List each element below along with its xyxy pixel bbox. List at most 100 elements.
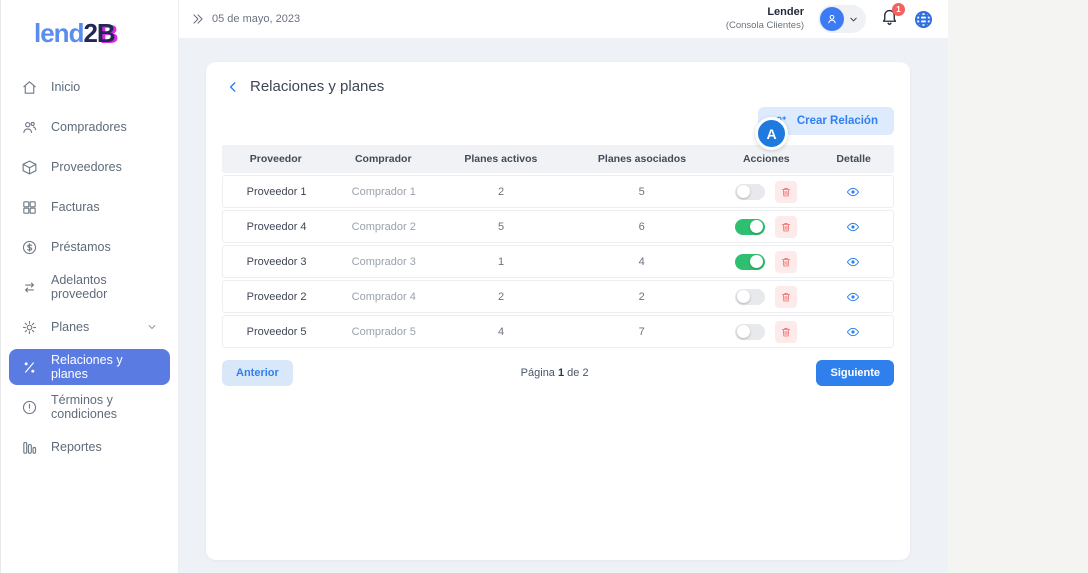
page-indicator-suffix: de 2	[564, 367, 588, 379]
active-toggle[interactable]	[735, 219, 765, 235]
view-detail-button[interactable]	[846, 290, 860, 304]
table-row: Proveedor 3 Comprador 3 1 4	[222, 245, 894, 278]
eye-icon	[846, 325, 860, 339]
trash-icon	[780, 291, 792, 303]
view-detail-button[interactable]	[846, 325, 860, 339]
cell-planes-activos: 4	[437, 326, 564, 338]
annotation-marker-a: A	[755, 117, 788, 150]
view-detail-button[interactable]	[846, 185, 860, 199]
sidebar-item-label: Préstamos	[51, 240, 111, 254]
sidebar-item-planes[interactable]: Planes	[9, 307, 170, 347]
users-icon	[21, 119, 38, 136]
table-row: Proveedor 5 Comprador 5 4 7	[222, 315, 894, 348]
back-button[interactable]	[226, 80, 240, 94]
cell-planes-activos: 2	[437, 186, 564, 198]
cell-detalle	[813, 255, 893, 269]
app-window: lendB2B Inicio Compradores Proveedores F…	[0, 0, 948, 573]
pagination: Anterior Página 1 de 2 Siguiente	[222, 360, 894, 386]
percent-icon	[21, 359, 38, 376]
sidebar-item-label: Planes	[51, 320, 89, 334]
user-name: Lender	[726, 6, 804, 20]
sidebar-item-inicio[interactable]: Inicio	[9, 67, 170, 107]
topbar: 05 de mayo, 2023 Lender (Consola Cliente…	[179, 0, 948, 38]
notification-badge: 1	[892, 3, 905, 16]
chevron-down-icon	[146, 321, 158, 333]
globe-icon[interactable]	[913, 9, 934, 30]
trash-icon	[780, 186, 792, 198]
chevron-down-icon	[848, 14, 859, 25]
sidebar-item-prestamos[interactable]: Préstamos	[9, 227, 170, 267]
trash-icon	[780, 326, 792, 338]
column-header-acciones: Acciones	[719, 153, 813, 165]
eye-icon	[846, 220, 860, 234]
column-header-proveedor: Proveedor	[222, 153, 330, 165]
column-header-comprador: Comprador	[330, 153, 438, 165]
page-indicator-prefix: Página	[521, 367, 558, 379]
eye-icon	[846, 185, 860, 199]
toggle-knob	[737, 325, 750, 338]
notifications-button[interactable]: 1	[880, 7, 899, 31]
active-toggle[interactable]	[735, 254, 765, 270]
logo: lendB2B	[1, 18, 178, 67]
trash-icon	[780, 256, 792, 268]
sidebar-item-reportes[interactable]: Reportes	[9, 427, 170, 467]
active-toggle[interactable]	[735, 184, 765, 200]
delete-button[interactable]	[775, 216, 797, 238]
avatar	[820, 7, 844, 31]
sidebar-item-label: Términos y condiciones	[51, 393, 158, 421]
actions-row: Crear Relación	[222, 107, 894, 135]
cell-detalle	[813, 185, 893, 199]
delete-button[interactable]	[775, 251, 797, 273]
delete-button[interactable]	[775, 286, 797, 308]
cell-proveedor: Proveedor 1	[223, 186, 330, 198]
view-detail-button[interactable]	[846, 255, 860, 269]
table-row: Proveedor 4 Comprador 2 5 6	[222, 210, 894, 243]
chevrons-right-icon[interactable]	[191, 12, 205, 26]
view-detail-button[interactable]	[846, 220, 860, 234]
cell-acciones	[719, 286, 813, 308]
sidebar: lendB2B Inicio Compradores Proveedores F…	[1, 0, 179, 573]
content-area: Relaciones y planes Crear Relación A Pro…	[179, 38, 948, 573]
cell-comprador: Comprador 3	[330, 256, 437, 268]
cell-proveedor: Proveedor 2	[223, 291, 330, 303]
table-row: Proveedor 2 Comprador 4 2 2	[222, 280, 894, 313]
active-toggle[interactable]	[735, 289, 765, 305]
cell-planes-asociados: 7	[565, 326, 719, 338]
cell-planes-asociados: 6	[565, 221, 719, 233]
cell-comprador: Comprador 4	[330, 291, 437, 303]
cell-proveedor: Proveedor 4	[223, 221, 330, 233]
info-circle-icon	[21, 399, 38, 416]
bar-chart-icon	[21, 439, 38, 456]
sidebar-item-label: Adelantos proveedor	[51, 273, 158, 301]
sidebar-item-label: Relaciones y planes	[51, 353, 158, 381]
user-text: Lender (Consola Clientes)	[726, 6, 804, 32]
cell-detalle	[813, 325, 893, 339]
gear-icon	[21, 319, 38, 336]
grid-icon	[21, 199, 38, 216]
sidebar-item-label: Inicio	[51, 80, 80, 94]
active-toggle[interactable]	[735, 324, 765, 340]
sidebar-item-relaciones-y-planes[interactable]: Relaciones y planes	[9, 349, 170, 385]
dollar-circle-icon	[21, 239, 38, 256]
sidebar-item-compradores[interactable]: Compradores	[9, 107, 170, 147]
main-column: 05 de mayo, 2023 Lender (Consola Cliente…	[179, 0, 948, 573]
delete-button[interactable]	[775, 181, 797, 203]
chevron-left-icon	[226, 80, 240, 94]
home-icon	[21, 79, 38, 96]
cell-proveedor: Proveedor 3	[223, 256, 330, 268]
user-menu[interactable]	[818, 5, 866, 33]
toggle-knob	[750, 220, 763, 233]
next-page-button[interactable]: Siguiente	[816, 360, 894, 386]
delete-button[interactable]	[775, 321, 797, 343]
sidebar-item-facturas[interactable]: Facturas	[9, 187, 170, 227]
user-group: Lender (Consola Clientes) 1	[726, 5, 934, 33]
cell-proveedor: Proveedor 5	[223, 326, 330, 338]
previous-page-button[interactable]: Anterior	[222, 360, 293, 386]
column-header-planes-activos: Planes activos	[437, 153, 565, 165]
page-title: Relaciones y planes	[250, 78, 384, 95]
sidebar-item-adelantos-proveedor[interactable]: Adelantos proveedor	[9, 267, 170, 307]
sidebar-item-terminos-y-condiciones[interactable]: Términos y condiciones	[9, 387, 170, 427]
sidebar-item-label: Facturas	[51, 200, 100, 214]
sidebar-item-proveedores[interactable]: Proveedores	[9, 147, 170, 187]
date-group: 05 de mayo, 2023	[191, 12, 300, 26]
